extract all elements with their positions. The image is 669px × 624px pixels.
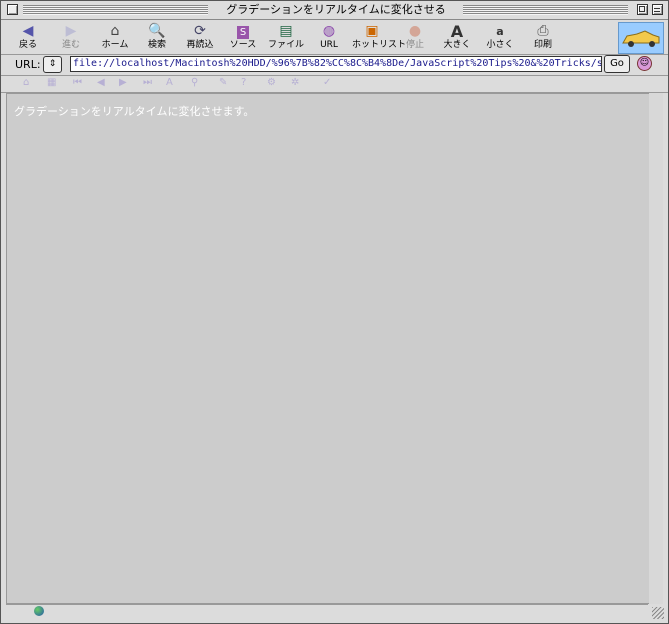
- page-content: グラデーションをリアルタイムに変化させます。: [6, 93, 650, 604]
- search-icon: 🔍: [148, 23, 166, 39]
- file-button[interactable]: ▤ ファイル: [266, 23, 306, 53]
- vertical-scrollbar[interactable]: [649, 93, 663, 604]
- browser-window: グラデーションをリアルタイムに変化させる ◀ 戻る ▶ 進む ⌂ ホーム 🔍 検…: [0, 0, 669, 624]
- smiley-icon[interactable]: ☺: [637, 56, 652, 71]
- nav-next-icon[interactable]: ▶: [119, 77, 127, 88]
- home-icon: ⌂: [110, 23, 120, 39]
- up-down-arrows-icon: ⇕: [48, 59, 57, 69]
- nav-grid-icon[interactable]: ▦: [47, 77, 56, 88]
- source-icon: S: [223, 23, 263, 40]
- zoom-box[interactable]: [637, 4, 648, 15]
- globe-icon: ◍: [322, 23, 336, 39]
- back-arrow-icon: ◀: [22, 23, 34, 39]
- font-smaller-button[interactable]: a 小さく: [480, 23, 520, 53]
- source-button[interactable]: S ソース: [223, 23, 263, 53]
- hotlist-button[interactable]: ▣ ホットリスト: [352, 23, 406, 53]
- font-smaller-icon: a: [496, 25, 504, 38]
- hotlist-icon: ▣: [365, 23, 379, 39]
- stop-icon: ●: [408, 23, 422, 39]
- url-history-popup[interactable]: ⇕: [43, 56, 62, 73]
- page-text: グラデーションをリアルタイムに変化させます。: [14, 105, 255, 118]
- nav-home-icon[interactable]: ⌂: [23, 77, 29, 88]
- url-bar: URL: ⇕ file://localhost/Macintosh%20HDD/…: [1, 55, 668, 76]
- browser-logo: [618, 22, 664, 54]
- forward-arrow-icon: ▶: [65, 23, 77, 39]
- url-label: URL:: [15, 58, 41, 71]
- font-larger-button[interactable]: A 大きく: [437, 23, 477, 53]
- go-button[interactable]: Go: [604, 55, 630, 73]
- nav-font-icon[interactable]: A: [166, 77, 173, 88]
- nav-help-icon[interactable]: ?: [241, 77, 246, 88]
- reload-icon: ⟳: [194, 23, 206, 39]
- title-bar[interactable]: グラデーションをリアルタイムに変化させる: [1, 1, 668, 20]
- url-field[interactable]: file://localhost/Macintosh%20HDD/%96%7B%…: [70, 56, 602, 72]
- nav-first-icon[interactable]: ⏮: [73, 77, 82, 88]
- forward-button[interactable]: ▶ 進む: [51, 23, 91, 53]
- nav-settings-icon[interactable]: ⚙: [267, 77, 276, 88]
- reload-button[interactable]: ⟳ 再読込: [180, 23, 220, 53]
- title-stripes-left: [23, 5, 208, 15]
- window-title: グラデーションをリアルタイムに変化させる: [226, 3, 446, 16]
- nav-link-icon[interactable]: ⚲: [191, 77, 198, 88]
- toolbar: ◀ 戻る ▶ 進む ⌂ ホーム 🔍 検索 ⟳ 再読込 S ソース ▤ ファイル …: [1, 20, 668, 55]
- file-icon: ▤: [279, 23, 293, 39]
- nav-gear-icon[interactable]: ✲: [291, 77, 299, 88]
- nav-prev-icon[interactable]: ◀: [97, 77, 105, 88]
- close-box[interactable]: [7, 4, 18, 15]
- url-button[interactable]: ◍ URL: [309, 23, 349, 53]
- print-button[interactable]: ⎙ 印刷: [523, 23, 563, 53]
- navigation-toolbar: ⌂ ▦ ⏮ ◀ ▶ ⏭ A ⚲ ✎ ? ⚙ ✲ ✓: [1, 76, 668, 93]
- search-button[interactable]: 🔍 検索: [137, 23, 177, 53]
- title-stripes-right: [463, 5, 628, 15]
- status-bar: [6, 604, 648, 619]
- back-button[interactable]: ◀ 戻る: [8, 23, 48, 53]
- font-larger-icon: A: [450, 22, 464, 41]
- stop-button[interactable]: ● 停止: [395, 23, 435, 53]
- nav-check-icon[interactable]: ✓: [323, 77, 331, 88]
- nav-edit-icon[interactable]: ✎: [219, 77, 227, 88]
- collapse-box[interactable]: [652, 4, 663, 15]
- resize-grip[interactable]: [652, 607, 664, 619]
- home-button[interactable]: ⌂ ホーム: [95, 23, 135, 53]
- nav-last-icon[interactable]: ⏭: [143, 77, 152, 88]
- globe-icon: [34, 606, 44, 616]
- print-icon: ⎙: [537, 23, 549, 39]
- car-logo-icon: [622, 30, 660, 47]
